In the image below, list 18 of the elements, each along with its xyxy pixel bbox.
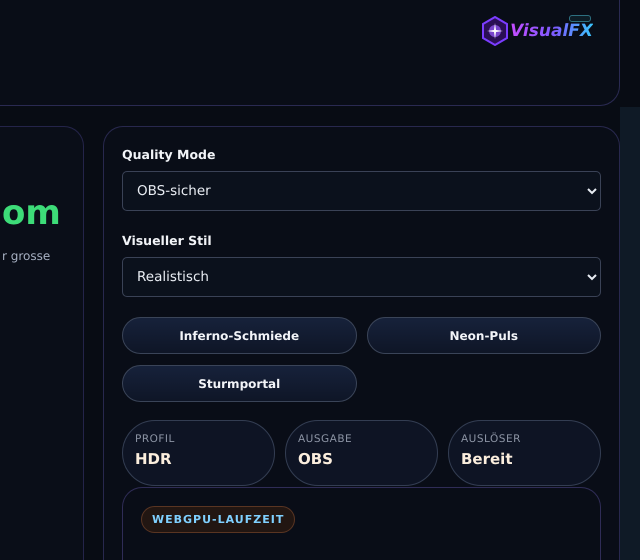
hero-title: om xyxy=(2,192,61,235)
select-field[interactable]: Realistisch xyxy=(122,257,601,297)
stat-label: PROFIL xyxy=(135,433,176,445)
logo-icon xyxy=(482,16,508,46)
stat-label: AUSLÖSER xyxy=(461,433,522,445)
select-field[interactable]: OBS-sicher xyxy=(122,171,601,211)
version-tag xyxy=(569,15,591,22)
stat-value: OBS xyxy=(298,450,334,468)
preset-button[interactable]: Neon-Puls xyxy=(366,317,601,354)
field-label: Visueller Stil xyxy=(122,233,213,248)
stat-value: HDR xyxy=(135,450,173,468)
preset-button[interactable]: Inferno-Schmiede xyxy=(122,317,356,354)
stat-label: AUSGABE xyxy=(298,433,354,445)
stat-value: Bereit xyxy=(461,450,514,468)
field-label: Quality Mode xyxy=(122,147,216,162)
runtime-badge: WEBGPU-LAUFZEIT xyxy=(141,506,296,533)
hero-subtitle: r grosse xyxy=(2,249,50,263)
preset-button[interactable]: Sturmportal xyxy=(122,365,356,402)
